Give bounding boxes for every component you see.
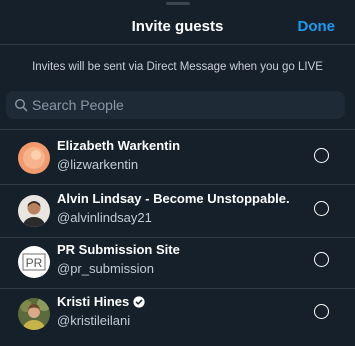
select-radio[interactable] bbox=[314, 252, 329, 267]
avatar bbox=[18, 298, 50, 330]
verified-badge-icon bbox=[133, 296, 145, 308]
avatar bbox=[18, 195, 50, 227]
search-divider bbox=[0, 129, 355, 130]
search-bar[interactable] bbox=[6, 91, 345, 119]
guest-handle: @kristileilani bbox=[57, 313, 131, 328]
select-radio[interactable] bbox=[314, 304, 329, 319]
avatar bbox=[18, 142, 50, 174]
search-icon bbox=[14, 98, 28, 112]
invite-guests-sheet: Invite guests Done Invites will be sent … bbox=[0, 0, 355, 346]
guest-handle: @alvinlindsay21 bbox=[57, 210, 152, 225]
guest-row[interactable]: PR PR Submission Site @pr_submission bbox=[0, 236, 355, 288]
avatar: PR bbox=[18, 246, 50, 278]
guest-name: Kristi Hines bbox=[57, 294, 145, 309]
guest-row[interactable]: Elizabeth Warkentin @lizwarkentin bbox=[0, 132, 355, 184]
guest-row[interactable]: Alvin Lindsay - Become Unstoppable. @alv… bbox=[0, 185, 355, 237]
search-input[interactable] bbox=[32, 91, 332, 119]
header: Invite guests Done bbox=[0, 10, 355, 44]
invite-note: Invites will be sent via Direct Message … bbox=[32, 61, 323, 73]
guest-handle: @pr_submission bbox=[57, 261, 155, 276]
select-radio[interactable] bbox=[314, 201, 329, 216]
done-button[interactable]: Done bbox=[298, 18, 336, 35]
sheet-grabber[interactable] bbox=[166, 2, 190, 5]
guest-name-text: Kristi Hines bbox=[57, 294, 130, 309]
avatar-text: PR bbox=[26, 256, 43, 270]
guest-row[interactable]: Kristi Hines @kristileilani bbox=[0, 288, 355, 340]
guest-name: Elizabeth Warkentin bbox=[57, 138, 181, 153]
guest-name: PR Submission Site bbox=[57, 242, 180, 257]
header-divider bbox=[0, 44, 355, 45]
guest-name: Alvin Lindsay - Become Unstoppable. bbox=[57, 191, 290, 206]
guest-handle: @lizwarkentin bbox=[57, 157, 139, 172]
select-radio[interactable] bbox=[314, 148, 329, 163]
